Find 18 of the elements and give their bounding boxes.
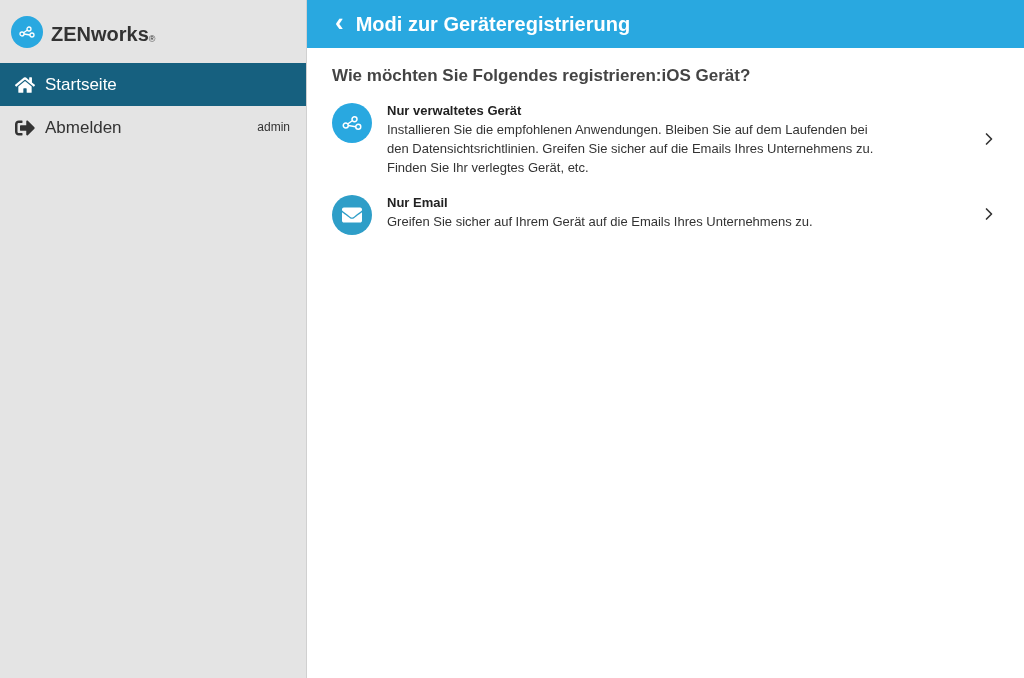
registered-mark: ® xyxy=(148,33,156,46)
nav-item[interactable]: Startseite xyxy=(0,63,306,106)
logo-icon xyxy=(11,15,43,48)
page-title: Modi zur Geräteregistrierung xyxy=(355,12,631,37)
envelope-icon xyxy=(332,194,372,235)
home-icon xyxy=(15,74,35,95)
share-icon xyxy=(332,102,372,143)
user-name: admin xyxy=(257,119,290,136)
question-text: Wie möchten Sie Folgendes registrieren:iOS Gerät? xyxy=(332,65,752,87)
option-description: Installieren Sie die empfohlenen Anwendungen. Bleiben Sie auf dem Laufenden bei den Datensichtsrichtlinien. Greifen Sie sicher auf die Emails Ihres Unternehmens zu. Finden Sie Ihr verlegtes Gerät, etc. xyxy=(387,120,875,177)
option-title: Nur verwaltetes Gerät xyxy=(387,101,523,120)
option-title: Nur Email xyxy=(387,193,449,212)
option-description: Greifen Sie sicher auf Ihrem Gerät auf die Emails Ihres Unternehmens zu. xyxy=(387,212,814,231)
option-row[interactable]: Nur Email Greifen Sie sicher auf Ihrem Gerät auf die Emails Ihres Unternehmens zu. xyxy=(332,192,999,235)
nav-label: Abmelden xyxy=(45,116,123,139)
nav-label: Startseite xyxy=(45,73,118,96)
logo-text: ZENworks xyxy=(51,21,149,47)
nav-item[interactable]: Abmelden admin xyxy=(0,106,306,149)
